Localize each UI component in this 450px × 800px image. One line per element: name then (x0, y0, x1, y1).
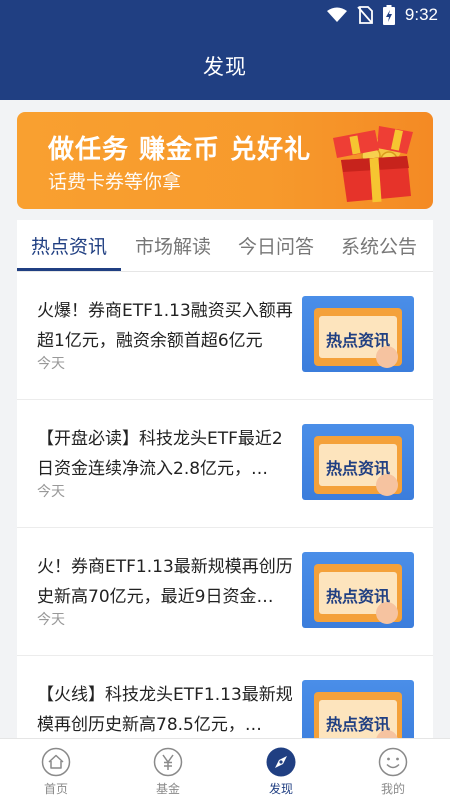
nav-home[interactable]: 首页 (0, 739, 112, 800)
nav-mine[interactable]: 我的 (337, 739, 449, 800)
nav-label: 发现 (268, 782, 293, 796)
battery-charging-icon (382, 5, 395, 25)
news-item[interactable]: 【开盘必读】科技龙头ETF最近2日资金连续净流入2.8亿元，… 今天 热点资讯 (17, 400, 433, 528)
status-time: 9:32 (404, 5, 438, 24)
tab-system-notice[interactable]: 系统公告 (341, 232, 417, 259)
nav-label: 首页 (43, 782, 68, 796)
banner-title: 做任务 赚金币 兑好礼 (48, 135, 312, 165)
nav-label: 基金 (155, 782, 180, 796)
compass-icon (266, 747, 296, 777)
tab-hot-news[interactable]: 热点资讯 (31, 232, 107, 259)
wifi-icon (326, 7, 347, 22)
category-tabs: 热点资讯 市场解读 今日问答 系统公告 (17, 220, 433, 272)
status-icons: 9:32 (326, 5, 438, 25)
pointing-hand-icon (376, 602, 398, 624)
news-item[interactable]: 【火线】科技龙头ETF1.13最新规模再创历史新高78.5亿元，… 今天 热点资… (17, 656, 433, 738)
app-bar: 发现 (0, 32, 450, 100)
news-title: 【火线】科技龙头ETF1.13最新规模再创历史新高78.5亿元，… (37, 685, 293, 735)
news-title: 【开盘必读】科技龙头ETF最近2日资金连续净流入2.8亿元，… (37, 429, 283, 479)
smiley-icon (378, 747, 408, 777)
news-item[interactable]: 火！券商ETF1.13最新规模再创历史新高70亿元，最近9日资金… 今天 热点资… (17, 528, 433, 656)
banner-subtitle: 话费卡券等你拿 (48, 171, 182, 193)
status-bar: 9:32 (0, 0, 450, 32)
news-date: 今天 (37, 484, 65, 500)
page-title: 发现 (203, 55, 247, 79)
news-item[interactable]: 火爆！券商ETF1.13融资买入额再超1亿元，融资余额首超6亿元 今天 热点资讯 (17, 272, 433, 400)
news-thumbnail: 热点资讯 (302, 424, 414, 500)
promo-banner[interactable]: 做任务 赚金币 兑好礼 话费卡券等你拿 (17, 112, 433, 209)
pointing-hand-icon (376, 474, 398, 496)
news-title: 火爆！券商ETF1.13融资买入额再超1亿元，融资余额首超6亿元 (37, 301, 293, 351)
yen-icon (153, 747, 183, 777)
news-thumbnail: 热点资讯 (302, 552, 414, 628)
no-sim-icon (357, 6, 373, 24)
news-list: 火爆！券商ETF1.13融资买入额再超1亿元，融资余额首超6亿元 今天 热点资讯… (17, 272, 433, 738)
news-date: 今天 (37, 356, 65, 372)
nav-label: 我的 (380, 782, 405, 796)
nav-discover[interactable]: 发现 (225, 739, 337, 800)
pointing-hand-icon (376, 346, 398, 368)
news-thumbnail: 热点资讯 (302, 296, 414, 372)
tab-market-analysis[interactable]: 市场解读 (135, 232, 211, 259)
tab-daily-qa[interactable]: 今日问答 (238, 232, 314, 259)
news-title: 火！券商ETF1.13最新规模再创历史新高70亿元，最近9日资金… (37, 557, 293, 607)
news-date: 今天 (37, 612, 65, 628)
gift-box-icon (333, 126, 413, 203)
bottom-nav: 首页 基金 发现 我的 (0, 738, 450, 800)
home-icon (41, 747, 71, 777)
nav-fund[interactable]: 基金 (112, 739, 224, 800)
news-thumbnail: 热点资讯 (302, 680, 414, 738)
active-tab-indicator (17, 268, 121, 271)
